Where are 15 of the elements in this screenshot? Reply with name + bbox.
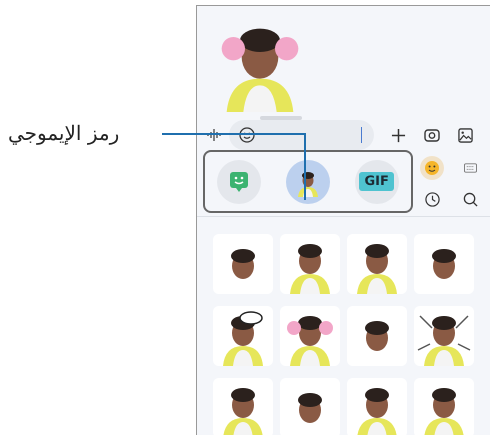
clock-icon[interactable] (424, 192, 440, 207)
smiley-icon[interactable] (239, 127, 255, 143)
camera-icon[interactable] (424, 128, 440, 142)
text-cursor (360, 127, 362, 143)
emoji-face-icon[interactable] (420, 156, 444, 180)
plus-icon[interactable] (391, 128, 406, 142)
voice-wave-icon[interactable] (207, 129, 221, 141)
callout-label: رمز الإيموجي (8, 121, 120, 145)
avatar-tab[interactable] (286, 160, 330, 204)
keyboard-icon[interactable] (464, 163, 478, 173)
message-input-field[interactable] (229, 120, 374, 150)
sticker-icon (229, 170, 250, 192)
search-icon[interactable] (463, 192, 478, 207)
image-icon[interactable] (458, 128, 473, 142)
gif-tab[interactable]: GIF (354, 160, 399, 204)
